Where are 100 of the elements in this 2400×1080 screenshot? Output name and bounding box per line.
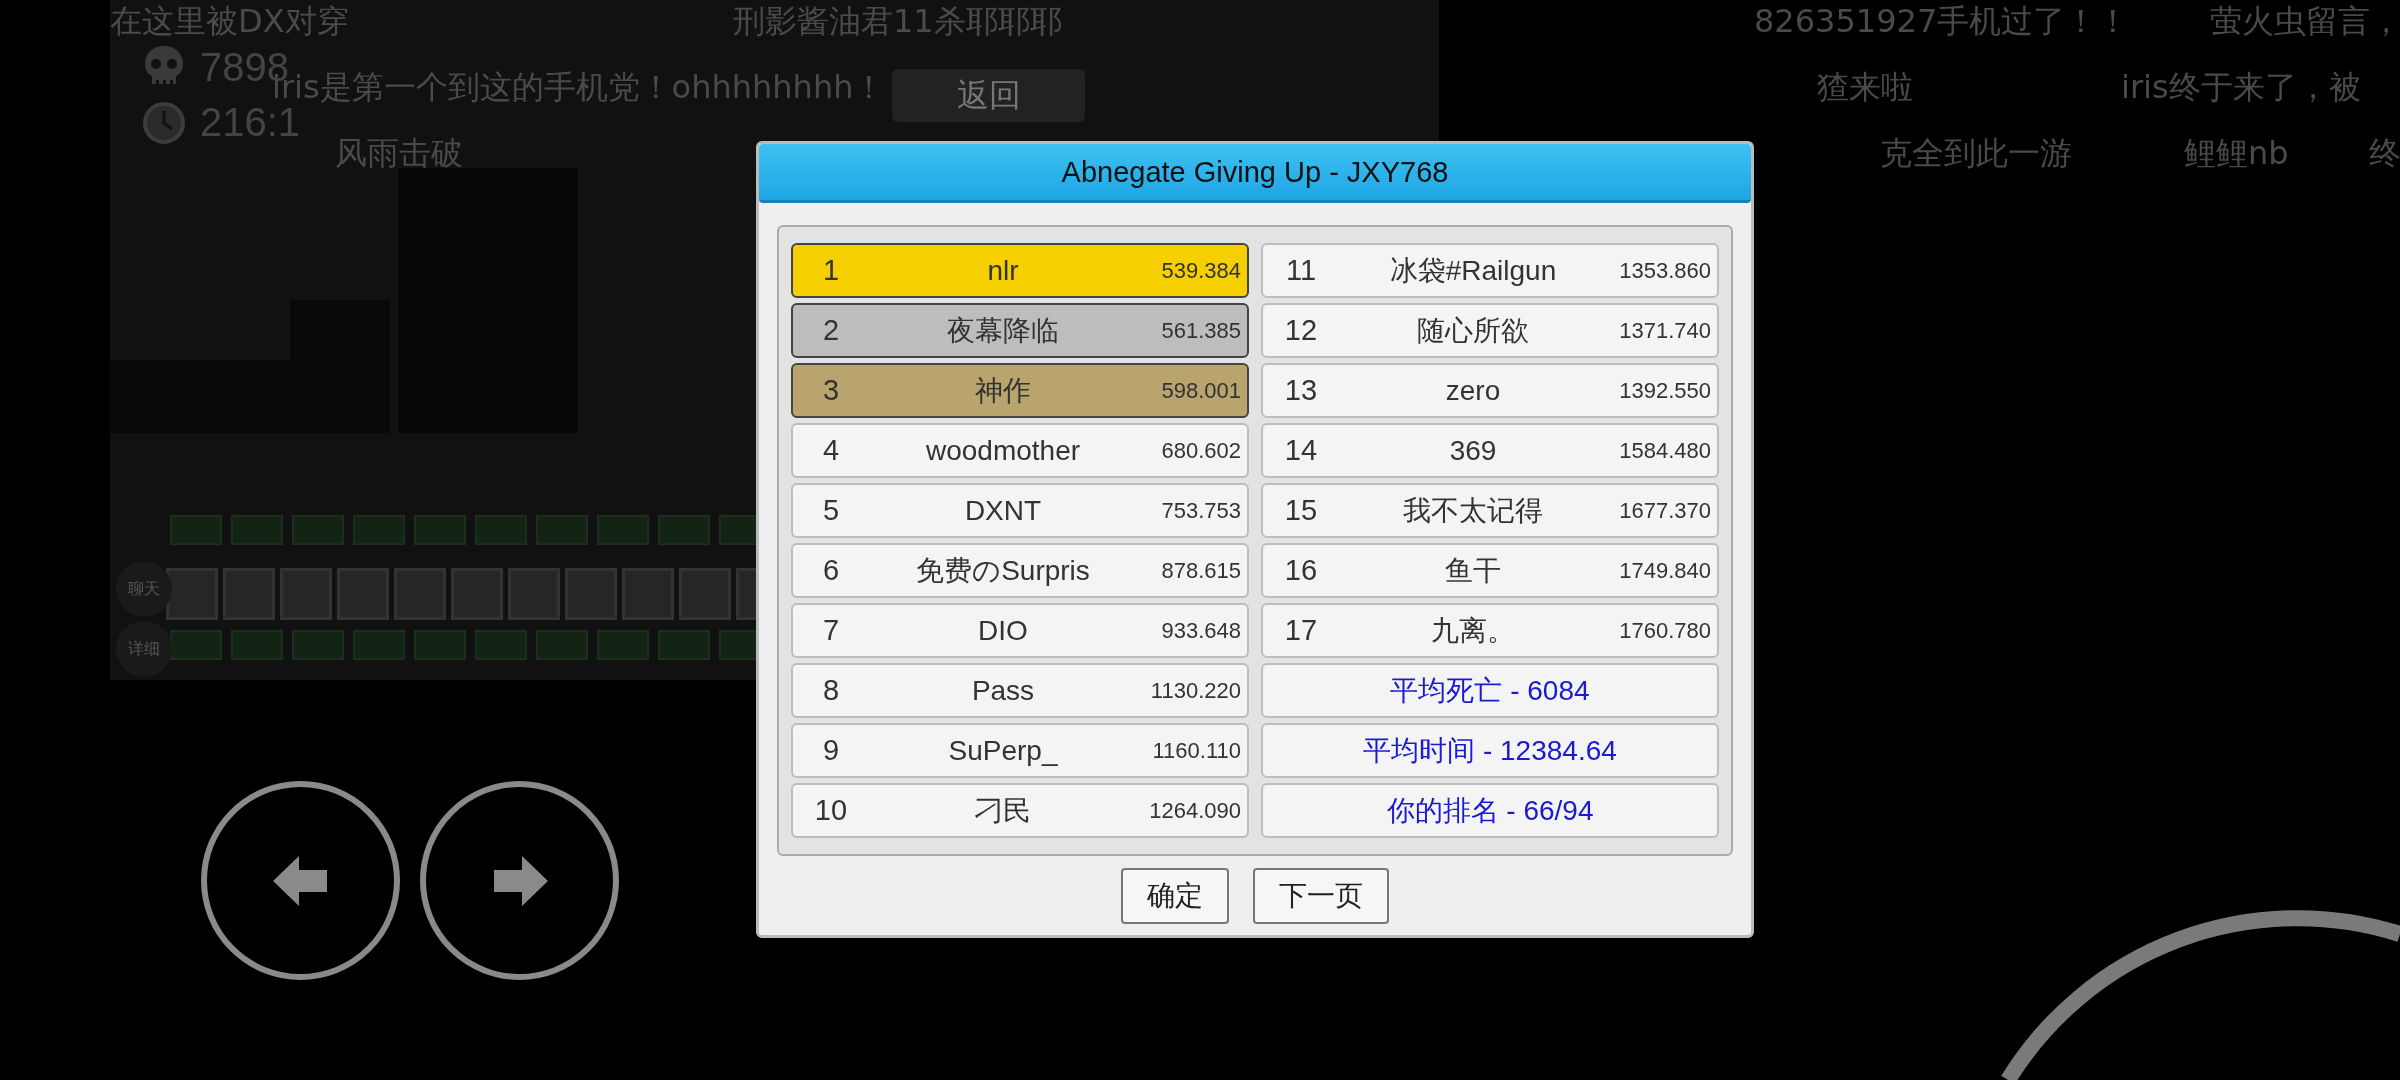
clock-icon — [142, 100, 186, 145]
sign-tile — [170, 630, 222, 660]
clear-time: 1392.550 — [1618, 377, 1712, 404]
sign-tile — [658, 515, 710, 545]
right-button[interactable] — [420, 781, 619, 980]
block-tile — [679, 568, 731, 620]
sign-tile — [658, 630, 710, 660]
clear-time: 1677.370 — [1618, 497, 1712, 524]
rank-number: 17 — [1283, 614, 1319, 647]
rank-number: 6 — [821, 554, 841, 587]
sign-tile — [231, 630, 283, 660]
clear-time: 1584.480 — [1618, 437, 1712, 464]
sign-tile — [475, 515, 527, 545]
stat-text: 平均死亡 - 6084 — [1261, 663, 1719, 718]
comment-text: iris终于来了，被 — [2121, 71, 2361, 103]
player-name: 我不太记得 — [1402, 493, 1544, 528]
clear-time: 561.385 — [1160, 317, 1242, 344]
sign-tile — [353, 515, 405, 545]
sign-tile — [597, 515, 649, 545]
comment-text: 萤火虫留言， — [2210, 5, 2400, 37]
sign-tile — [475, 630, 527, 660]
sign-tile — [414, 630, 466, 660]
details-button[interactable]: 详细 — [116, 621, 172, 677]
sign-tile — [597, 630, 649, 660]
clear-time: 1749.840 — [1618, 557, 1712, 584]
sign-tile — [536, 515, 588, 545]
sign-tile — [353, 630, 405, 660]
block-tile — [508, 568, 560, 620]
clear-time: 878.615 — [1160, 557, 1242, 584]
block-tile — [166, 568, 218, 620]
clear-time: 1160.110 — [1151, 737, 1242, 764]
dialog-title: Abnegate Giving Up - JXY768 — [759, 144, 1751, 203]
sign-tile — [231, 515, 283, 545]
player-name: 九离。 — [1430, 613, 1516, 648]
rank-number: 16 — [1283, 554, 1319, 587]
player-name: 刁民 — [974, 793, 1032, 828]
block-tile — [337, 568, 389, 620]
rank-number: 1 — [821, 254, 841, 287]
clear-time: 598.001 — [1160, 377, 1242, 404]
rank-number: 5 — [821, 494, 841, 527]
player-name: 夜幕降临 — [946, 313, 1060, 348]
comment-text: 刑影酱油君11杀耶耶耶 — [733, 5, 1062, 37]
player-name: 369 — [1448, 434, 1498, 467]
clear-time: 680.602 — [1160, 437, 1242, 464]
block-tile — [280, 568, 332, 620]
sign-tile — [292, 515, 344, 545]
player-name: zero — [1444, 374, 1502, 407]
block-tile — [451, 568, 503, 620]
clear-time: 1371.740 — [1618, 317, 1712, 344]
rank-number: 15 — [1283, 494, 1319, 527]
comment-text: 在这里被DX对穿 — [110, 5, 349, 37]
player-name: 冰袋#Railgun — [1388, 253, 1558, 288]
player-name: 免费のSurpris — [915, 553, 1091, 588]
comment-text: 鲤鲤nb — [2184, 137, 2289, 169]
rank-number: 9 — [821, 734, 841, 767]
block-tile — [394, 568, 446, 620]
player-name: DIO — [977, 614, 1029, 647]
clear-time: 1353.860 — [1618, 257, 1712, 284]
rank-number: 8 — [821, 674, 841, 707]
sign-tile — [170, 515, 222, 545]
stat-text: 平均时间 - 12384.64 — [1261, 723, 1719, 778]
confirm-button[interactable]: 确定 — [1121, 868, 1229, 924]
clear-time: 933.648 — [1160, 617, 1242, 644]
comment-text: 风雨击破 — [335, 137, 463, 169]
player-name: SuPerp_ — [947, 734, 1059, 767]
comment-text: 克全到此一游 — [1880, 137, 2072, 169]
back-button[interactable]: 返回 — [892, 69, 1085, 122]
chat-button[interactable]: 聊天 — [116, 561, 172, 617]
clear-time: 753.753 — [1160, 497, 1242, 524]
block-tile — [223, 568, 275, 620]
clear-time: 1264.090 — [1148, 797, 1242, 824]
player-name: Pass — [970, 674, 1036, 707]
clear-time: 539.384 — [1160, 257, 1242, 284]
player-name: 神作 — [974, 373, 1032, 408]
stat-text: 你的排名 - 66/94 — [1261, 783, 1719, 838]
rank-number: 14 — [1283, 434, 1319, 467]
sign-tile — [414, 515, 466, 545]
player-name: woodmother — [924, 434, 1082, 467]
clear-time: 1760.780 — [1618, 617, 1712, 644]
player-name: 鱼干 — [1444, 553, 1502, 588]
sign-tile — [292, 630, 344, 660]
comment-text: 猹来啦 — [1817, 71, 1913, 103]
left-button[interactable] — [201, 781, 400, 980]
jump-button-ring[interactable] — [2000, 910, 2400, 1080]
next-page-button[interactable]: 下一页 — [1253, 868, 1389, 924]
rank-number: 7 — [821, 614, 841, 647]
block-tile — [622, 568, 674, 620]
clear-time: 1130.220 — [1149, 677, 1242, 704]
sign-tile — [536, 630, 588, 660]
rank-number: 2 — [821, 314, 841, 347]
player-name: nlr — [986, 254, 1020, 287]
rank-number: 11 — [1284, 254, 1318, 287]
rank-number: 10 — [813, 794, 849, 827]
player-name: 随心所欲 — [1416, 313, 1530, 348]
player-name: DXNT — [963, 494, 1043, 527]
rank-number: 13 — [1283, 374, 1319, 407]
rank-number: 4 — [821, 434, 841, 467]
rank-number: 12 — [1283, 314, 1319, 347]
comment-text: 826351927手机过了！！ — [1754, 5, 2130, 37]
comment-text: 终 — [2369, 137, 2400, 169]
